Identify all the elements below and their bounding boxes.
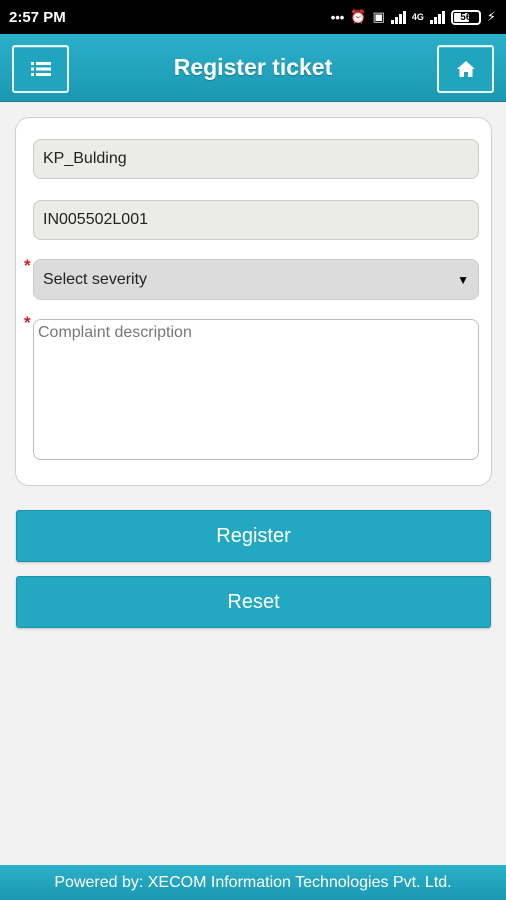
status-time: 2:57 PM <box>9 8 66 26</box>
alarm-off-icon: ⏰ <box>350 9 367 24</box>
severity-selected-value: Select severity <box>43 270 148 288</box>
battery-level: 56 <box>460 11 472 23</box>
dropdown-arrow-icon: ▼ <box>457 272 469 287</box>
footer-text: Powered by: XECOM Information Technologi… <box>54 873 452 891</box>
more-dots-icon: ••• <box>330 9 345 25</box>
footer: Powered by: XECOM Information Technologi… <box>0 865 506 900</box>
page-title: Register ticket <box>173 54 333 80</box>
status-icons: ••• ⏰ ▣ 4G 56 ⚡ <box>331 9 496 25</box>
network-type-label: 4G <box>411 12 424 22</box>
status-bar: 2:57 PM ••• ⏰ ▣ 4G 56 ⚡ <box>0 0 506 34</box>
sim-icon: ▣ <box>372 9 385 24</box>
home-icon <box>456 61 475 77</box>
signal-icon-1 <box>390 10 406 24</box>
charging-icon: ⚡ <box>486 9 496 24</box>
home-button[interactable] <box>437 45 494 93</box>
building-field[interactable]: KP_Bulding <box>33 139 479 179</box>
battery-icon: 56 <box>450 9 481 25</box>
description-required-mark: * <box>24 313 31 332</box>
severity-required-mark: * <box>24 256 31 275</box>
ticket-form: KP_Bulding IN005502L001 * Select severit… <box>15 117 492 486</box>
app-header: Register ticket <box>0 34 506 102</box>
register-button[interactable]: Register <box>16 510 491 562</box>
asset-id-field[interactable]: IN005502L001 <box>33 200 479 240</box>
complaint-description-input[interactable]: Complaint description <box>33 319 479 460</box>
signal-icon-2 <box>429 10 445 24</box>
reset-button[interactable]: Reset <box>16 576 491 628</box>
severity-select[interactable]: Select severity ▼ <box>33 259 479 300</box>
